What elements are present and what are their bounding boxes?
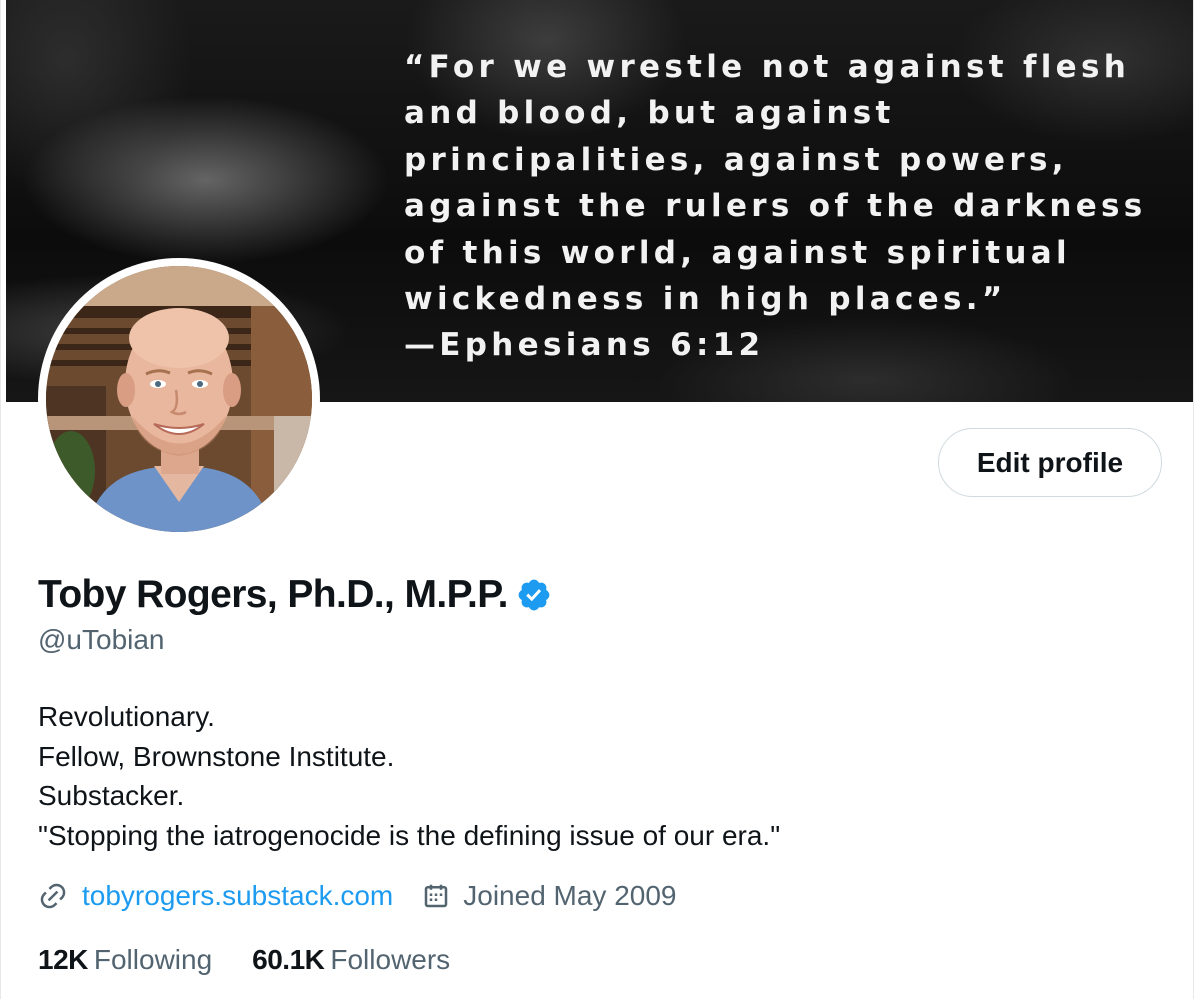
joined-date: Joined May 2009 <box>421 880 677 912</box>
quote-line: wickedness in high places.” <box>404 281 1007 318</box>
followers-label: Followers <box>330 944 451 975</box>
quote-line: of this world, against spiritual <box>404 234 1071 271</box>
followers-link[interactable]: 60.1K Followers <box>252 944 450 976</box>
quote-citation: —Ephesians 6:12 <box>404 327 765 364</box>
quote-line: against the rulers of the darkness <box>404 188 1147 225</box>
banner-quote: “For we wrestle not against flesh and bl… <box>404 44 1194 369</box>
link-icon <box>40 883 66 909</box>
following-count: 12K <box>38 944 88 975</box>
display-name-row: Toby Rogers, Ph.D., M.P.P. <box>38 571 552 619</box>
quote-line: and blood, but against <box>404 95 895 132</box>
joined-text: Joined May 2009 <box>463 880 677 911</box>
display-name: Toby Rogers, Ph.D., M.P.P. <box>38 573 508 616</box>
avatar-photo <box>46 266 312 532</box>
bio-line: "Stopping the iatrogenocide is the defin… <box>38 819 781 851</box>
following-label: Following <box>93 944 213 975</box>
bio-line: Revolutionary. <box>38 701 215 732</box>
bio-line: Fellow, Brownstone Institute. <box>38 740 395 772</box>
website-link[interactable]: tobyrogers.substack.com <box>82 880 393 912</box>
quote-line: “For we wrestle not against flesh <box>404 49 1131 85</box>
profile-page: “For we wrestle not against flesh and bl… <box>0 0 1200 999</box>
avatar[interactable] <box>38 258 320 540</box>
verified-badge-icon[interactable] <box>516 577 552 613</box>
follow-stats: 12K Following 60.1K Followers <box>38 940 450 980</box>
quote-line: principalities, against powers, <box>404 141 1068 178</box>
followers-count: 60.1K <box>252 944 325 975</box>
edit-profile-button[interactable]: Edit profile <box>938 428 1162 497</box>
profile-bio: Revolutionary. Fellow, Brownstone Instit… <box>38 697 780 855</box>
profile-meta: tobyrogers.substack.com Joined May 2009 <box>38 876 677 916</box>
username-handle: @uTobian <box>38 624 165 655</box>
bio-line: Substacker. <box>38 780 185 811</box>
following-link[interactable]: 12K Following <box>38 944 212 976</box>
calendar-icon <box>425 884 448 908</box>
